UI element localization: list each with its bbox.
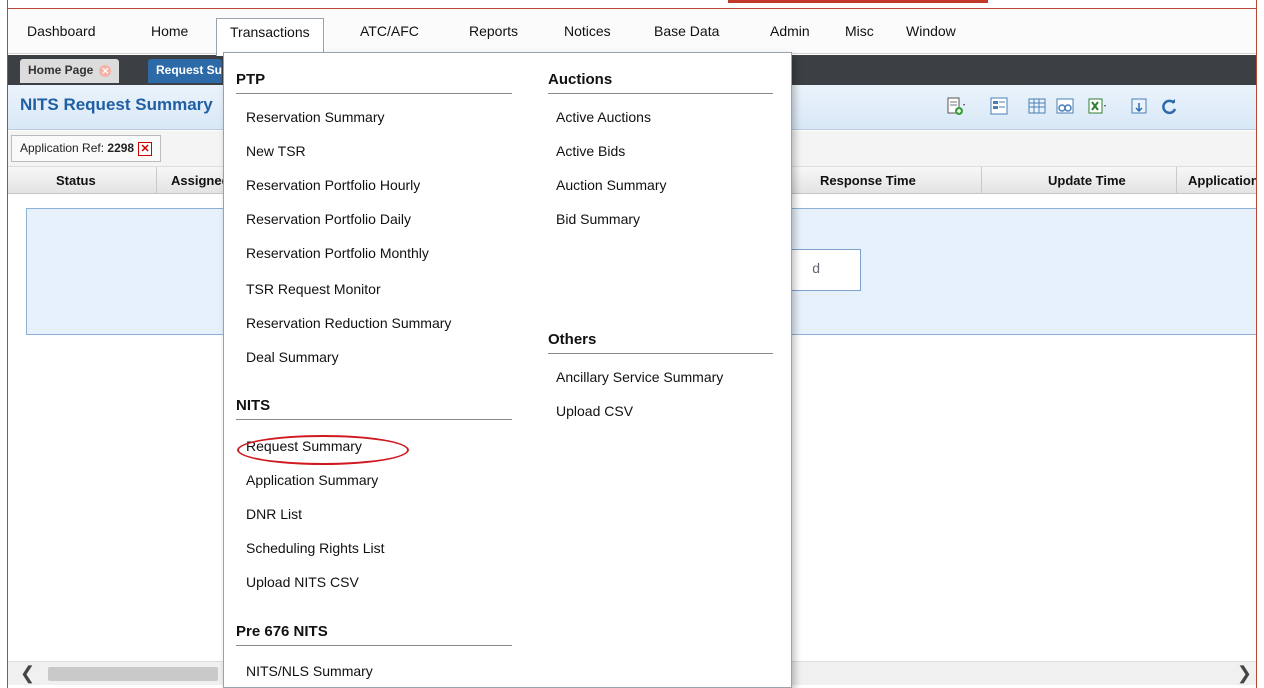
remove-filter-icon[interactable]: ✕	[138, 141, 153, 156]
menu-item-active-auctions[interactable]: Active Auctions	[556, 109, 651, 125]
menu-item-bid-summary[interactable]: Bid Summary	[556, 211, 640, 227]
scroll-thumb[interactable]	[48, 667, 218, 681]
column-status[interactable]: Status	[56, 173, 96, 188]
group-nits: NITS	[236, 397, 512, 420]
menu-base-data[interactable]: Base Data	[654, 23, 719, 39]
menu-item-ancillary-service-summary[interactable]: Ancillary Service Summary	[556, 369, 723, 385]
transactions-dropdown: PTP Reservation Summary New TSR Reservat…	[223, 52, 792, 688]
column-divider	[1176, 167, 1177, 194]
top-accent-bar	[728, 0, 988, 3]
tab-home-page[interactable]: Home Page ✕	[20, 59, 120, 83]
menu-bar: Dashboard Home Transactions ATC/AFC Repo…	[8, 8, 1256, 56]
app-window: Dashboard Home Transactions ATC/AFC Repo…	[7, 0, 1257, 688]
filter-label: Application Ref:	[20, 141, 105, 155]
menu-home[interactable]: Home	[151, 23, 188, 39]
scroll-left-icon[interactable]: ❮	[20, 663, 35, 684]
menu-reports[interactable]: Reports	[469, 23, 518, 39]
menu-dashboard[interactable]: Dashboard	[27, 23, 96, 39]
column-application[interactable]: Application	[1188, 173, 1256, 188]
grid-view-icon[interactable]	[1026, 95, 1048, 117]
group-auctions: Auctions	[548, 71, 773, 94]
toolbar	[936, 93, 1256, 121]
menu-item-tsr-request-monitor[interactable]: TSR Request Monitor	[246, 281, 381, 297]
menu-item-request-summary[interactable]: Request Summary	[246, 438, 362, 454]
menu-item-reservation-portfolio-daily[interactable]: Reservation Portfolio Daily	[246, 211, 411, 227]
group-ptp: PTP	[236, 71, 512, 94]
form-view-icon[interactable]	[988, 95, 1010, 117]
menu-item-reservation-summary[interactable]: Reservation Summary	[246, 109, 385, 125]
column-update-time[interactable]: Update Time	[1048, 173, 1126, 188]
menu-item-deal-summary[interactable]: Deal Summary	[246, 349, 339, 365]
menu-item-auction-summary[interactable]: Auction Summary	[556, 177, 666, 193]
menu-admin[interactable]: Admin	[770, 23, 810, 39]
view-details-icon[interactable]	[1054, 95, 1076, 117]
filter-value: 2298	[107, 141, 135, 155]
group-others: Others	[548, 331, 773, 354]
refresh-icon[interactable]	[1158, 95, 1180, 117]
menu-item-active-bids[interactable]: Active Bids	[556, 143, 625, 159]
excel-export-icon[interactable]	[1086, 95, 1108, 117]
loading-text: d	[812, 260, 820, 276]
column-divider	[156, 167, 157, 194]
menu-item-new-tsr[interactable]: New TSR	[246, 143, 306, 159]
page-title: NITS Request Summary	[20, 95, 213, 114]
tab-request-summary[interactable]: Request Summary	[148, 59, 222, 83]
menu-window[interactable]: Window	[906, 23, 956, 39]
menu-item-dnr-list[interactable]: DNR List	[246, 506, 302, 522]
column-response-time[interactable]: Response Time	[820, 173, 916, 188]
group-pre-676-nits: Pre 676 NITS	[236, 623, 512, 646]
close-icon[interactable]: ✕	[99, 64, 112, 77]
menu-atc-afc[interactable]: ATC/AFC	[360, 23, 419, 39]
menu-item-upload-nits-csv[interactable]: Upload NITS CSV	[246, 574, 359, 590]
tab-request-summary-label: Request Summary	[156, 63, 222, 77]
tab-home-page-label: Home Page	[28, 63, 94, 77]
menu-notices[interactable]: Notices	[564, 23, 611, 39]
filter-chip-application-ref: Application Ref: 2298 ✕	[11, 135, 162, 162]
menu-item-scheduling-rights-list[interactable]: Scheduling Rights List	[246, 540, 385, 556]
menu-item-upload-csv[interactable]: Upload CSV	[556, 403, 633, 419]
menu-item-nits-nls-summary[interactable]: NITS/NLS Summary	[246, 663, 373, 679]
column-divider	[981, 167, 982, 194]
menu-item-application-summary[interactable]: Application Summary	[246, 472, 378, 488]
column-assigned[interactable]: Assigned	[171, 173, 230, 188]
scroll-right-icon[interactable]: ❯	[1237, 663, 1252, 684]
menu-item-reservation-portfolio-monthly[interactable]: Reservation Portfolio Monthly	[246, 245, 429, 261]
import-icon[interactable]	[1128, 95, 1150, 117]
add-report-icon[interactable]	[944, 95, 966, 117]
menu-transactions[interactable]: Transactions	[216, 18, 324, 56]
menu-item-reservation-reduction-summary[interactable]: Reservation Reduction Summary	[246, 315, 451, 331]
menu-item-reservation-portfolio-hourly[interactable]: Reservation Portfolio Hourly	[246, 177, 420, 193]
menu-misc[interactable]: Misc	[845, 23, 874, 39]
